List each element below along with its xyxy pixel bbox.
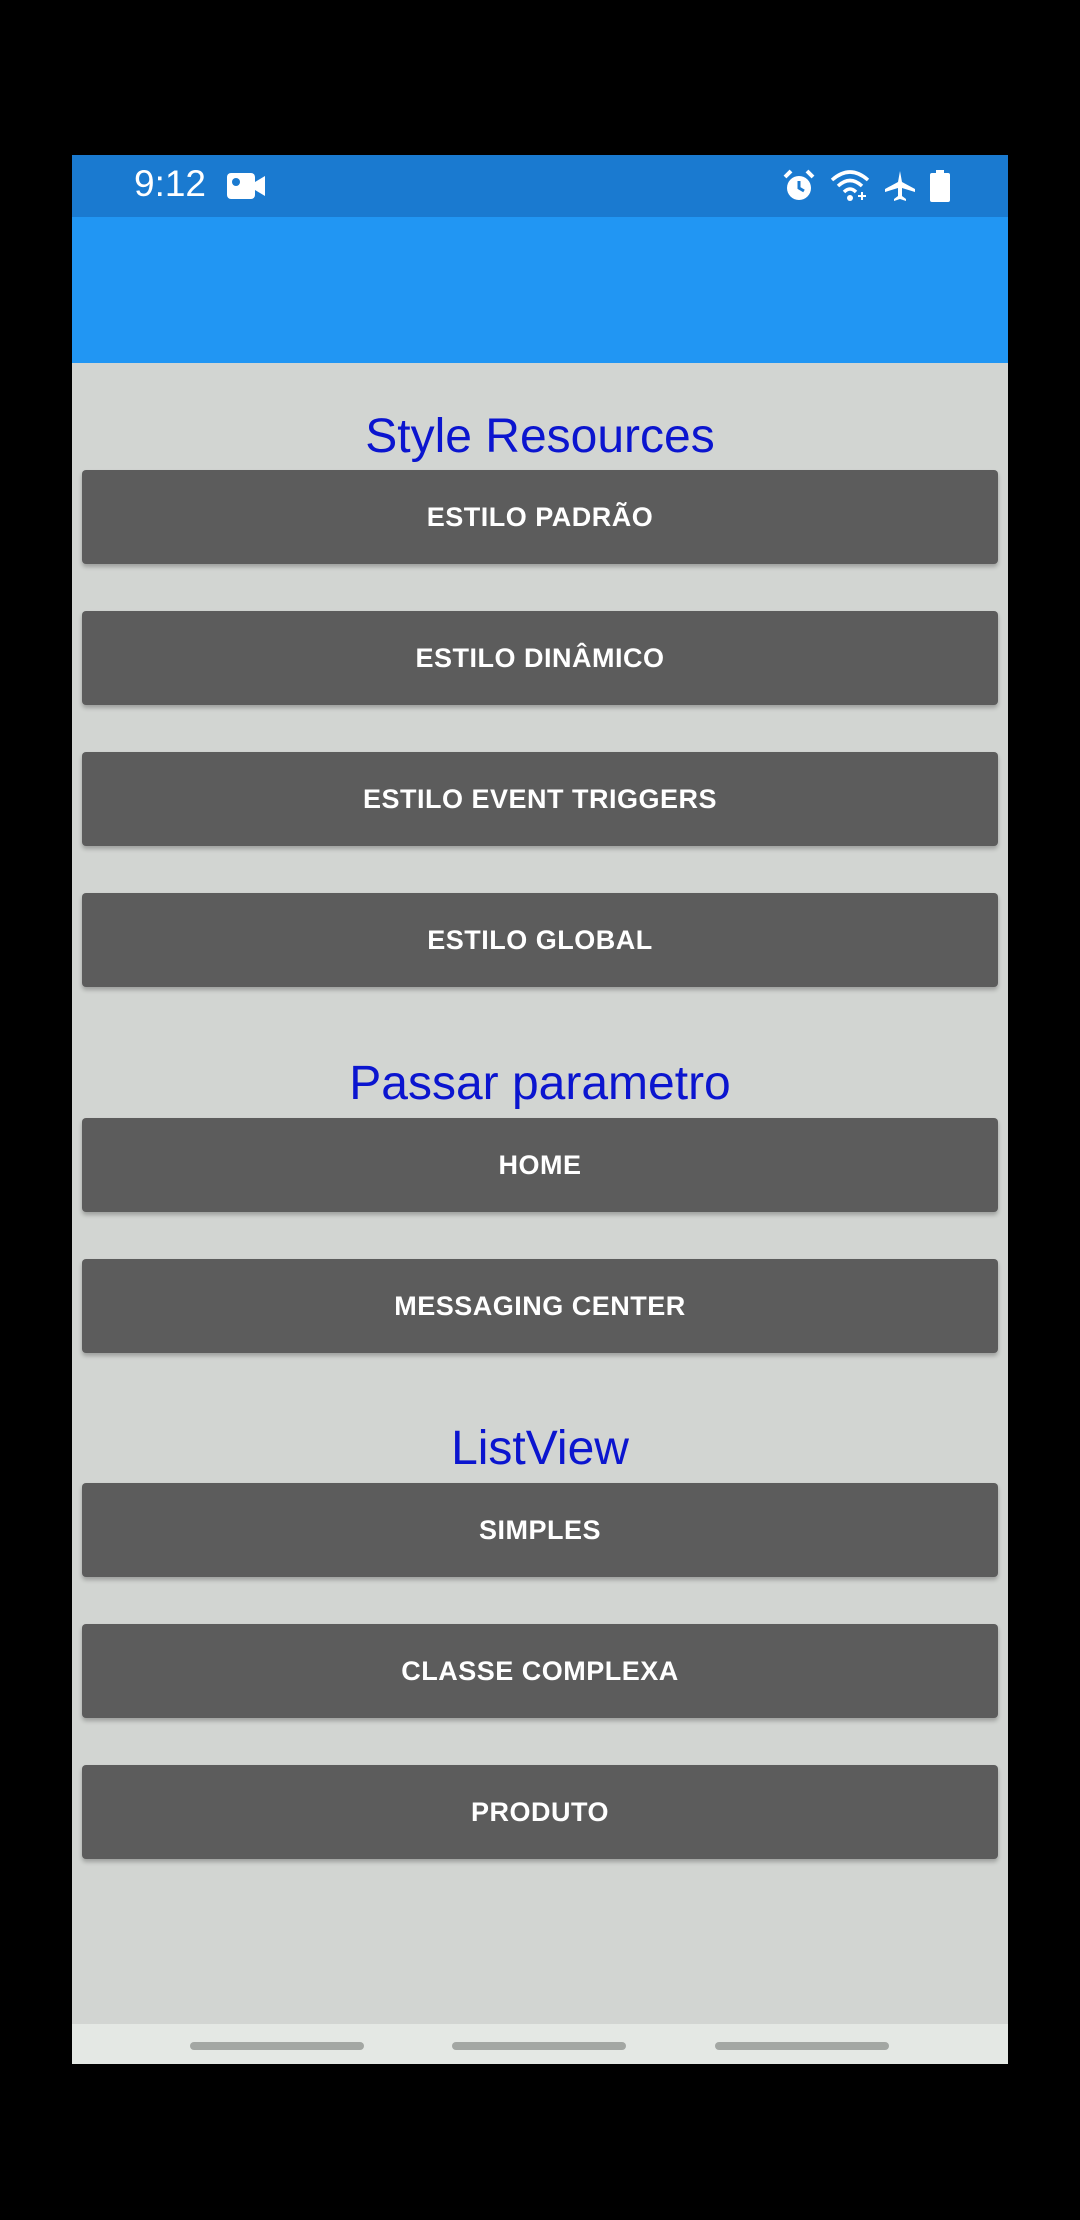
status-bar: 9:12 (72, 155, 1008, 217)
nav-home-handle[interactable] (452, 2042, 626, 2050)
battery-icon (930, 170, 950, 207)
home-button[interactable]: HOME (82, 1118, 998, 1212)
wifi-icon (830, 170, 870, 207)
estilo-dinamico-button[interactable]: ESTILO DINÂMICO (82, 611, 998, 705)
simples-button[interactable]: SIMPLES (82, 1483, 998, 1577)
status-icons (782, 169, 950, 208)
section-title-style-resources: Style Resources (365, 410, 715, 463)
classe-complexa-button[interactable]: CLASSE COMPLEXA (82, 1624, 998, 1718)
video-camera-icon (227, 173, 267, 204)
section-title-passar-parametro: Passar parametro (349, 1057, 731, 1110)
section-title-listview: ListView (451, 1422, 629, 1475)
airplane-icon (884, 170, 916, 207)
messaging-center-button[interactable]: MESSAGING CENTER (82, 1259, 998, 1353)
phone-screen: 9:12 Style Resources ESTILO PADRÃO ESTIL… (72, 155, 1008, 2064)
produto-button[interactable]: PRODUTO (82, 1765, 998, 1859)
navigation-bar (72, 2024, 1008, 2064)
estilo-padrao-button[interactable]: ESTILO PADRÃO (82, 470, 998, 564)
alarm-icon (782, 169, 816, 208)
estilo-global-button[interactable]: ESTILO GLOBAL (82, 893, 998, 987)
estilo-event-triggers-button[interactable]: ESTILO EVENT TRIGGERS (82, 752, 998, 846)
status-time: 9:12 (134, 163, 207, 204)
nav-recents-handle[interactable] (715, 2042, 889, 2050)
app-bar (72, 217, 1008, 363)
nav-back-handle[interactable] (190, 2042, 364, 2050)
